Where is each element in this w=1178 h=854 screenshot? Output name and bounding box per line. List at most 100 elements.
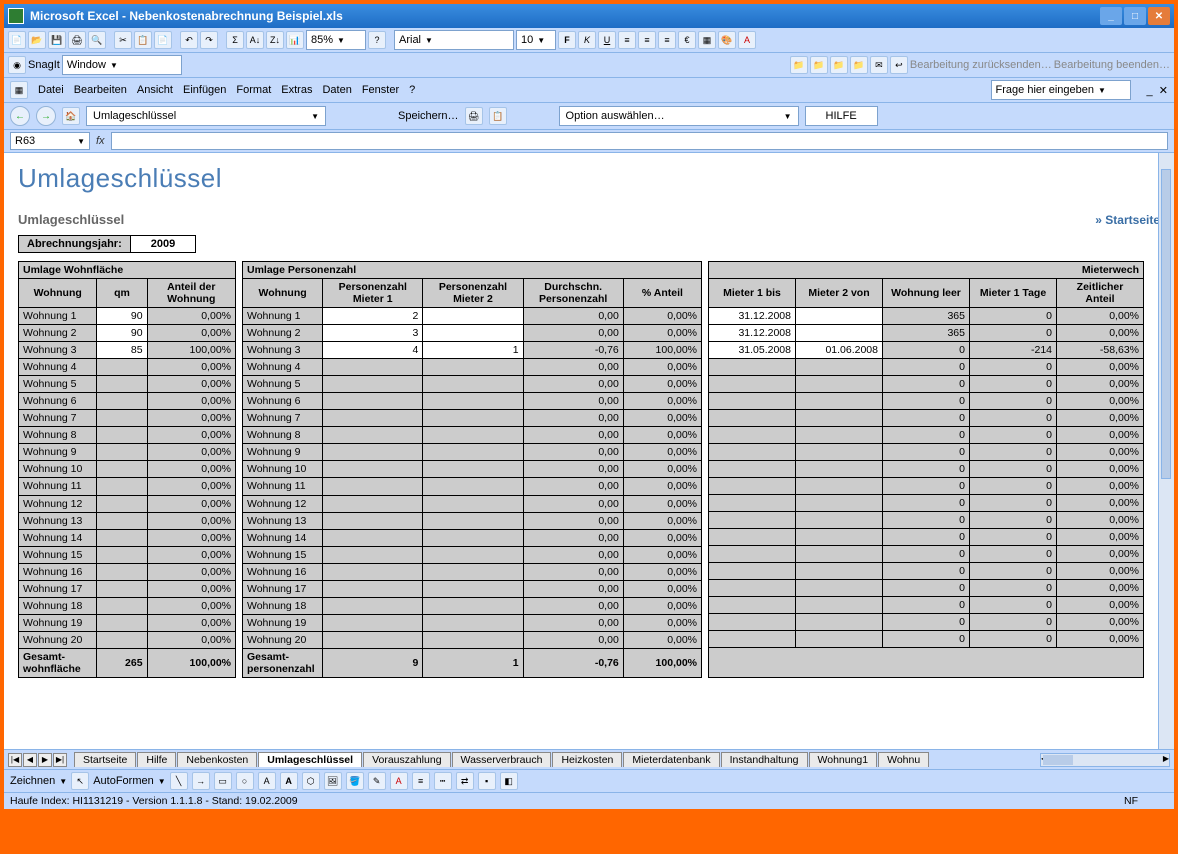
- font-combo[interactable]: Arial▼: [394, 30, 514, 50]
- sheet-tab[interactable]: Hilfe: [137, 752, 176, 767]
- tab-first-icon[interactable]: |◀: [8, 753, 22, 767]
- align-right-icon[interactable]: ≡: [658, 31, 676, 49]
- table-row[interactable]: Wohnung 6 0,00%: [19, 393, 236, 410]
- menu-einfuegen[interactable]: Einfügen: [183, 84, 226, 96]
- table-row[interactable]: Wohnung 2 90 0,00%: [19, 325, 236, 342]
- sheet-tab[interactable]: Umlageschlüssel: [258, 752, 362, 767]
- table-row[interactable]: Wohnung 5 0,00%: [19, 376, 236, 393]
- menu-bearbeiten[interactable]: Bearbeiten: [74, 84, 127, 96]
- table-row[interactable]: Wohnung 7 0,00%: [19, 410, 236, 427]
- cut-icon[interactable]: ✂: [114, 31, 132, 49]
- table-row[interactable]: Wohnung 10 0,00%: [19, 461, 236, 478]
- table-row[interactable]: Wohnung 15 0,00 0,00%: [243, 546, 702, 563]
- tab-next-icon[interactable]: ▶: [38, 753, 52, 767]
- close-button[interactable]: ✕: [1148, 7, 1170, 25]
- table-row[interactable]: 0 0 0,00%: [709, 444, 1144, 461]
- table-row[interactable]: Wohnung 15 0,00%: [19, 546, 236, 563]
- oval-icon[interactable]: ○: [236, 772, 254, 790]
- table-row[interactable]: Wohnung 12 0,00 0,00%: [243, 495, 702, 512]
- table-row[interactable]: 0 0 0,00%: [709, 546, 1144, 563]
- maximize-button[interactable]: □: [1124, 7, 1146, 25]
- table-row[interactable]: Wohnung 8 0,00%: [19, 427, 236, 444]
- home-icon[interactable]: 🏠: [62, 107, 80, 125]
- fontcolor-icon[interactable]: A: [738, 31, 756, 49]
- table-row[interactable]: Wohnung 12 0,00%: [19, 495, 236, 512]
- sheet-tab[interactable]: Wasserverbrauch: [452, 752, 552, 767]
- table-row[interactable]: 0 0 0,00%: [709, 376, 1144, 393]
- bearbeitung-beenden-button[interactable]: Bearbeitung beenden…: [1054, 59, 1170, 71]
- snagit-window-combo[interactable]: Window▼: [62, 55, 182, 75]
- italic-icon[interactable]: K: [578, 31, 596, 49]
- bold-icon[interactable]: F: [558, 31, 576, 49]
- table-row[interactable]: 0 0 0,00%: [709, 529, 1144, 546]
- underline-icon[interactable]: U: [598, 31, 616, 49]
- menu-daten[interactable]: Daten: [322, 84, 351, 96]
- table-row[interactable]: Wohnung 18 0,00%: [19, 597, 236, 614]
- table-row[interactable]: 0 0 0,00%: [709, 478, 1144, 495]
- fillcolor-icon[interactable]: 🎨: [718, 31, 736, 49]
- table-row[interactable]: 0 0 0,00%: [709, 410, 1144, 427]
- sheet-tab[interactable]: Wohnu: [878, 752, 929, 767]
- align-left-icon[interactable]: ≡: [618, 31, 636, 49]
- name-box[interactable]: R63▼: [10, 132, 90, 150]
- shadow-icon[interactable]: ▪: [478, 772, 496, 790]
- sort-desc-icon[interactable]: Z↓: [266, 31, 284, 49]
- tab-prev-icon[interactable]: ◀: [23, 753, 37, 767]
- table-row[interactable]: Wohnung 17 0,00 0,00%: [243, 580, 702, 597]
- currency-icon[interactable]: €: [678, 31, 696, 49]
- fillcolor2-icon[interactable]: 🪣: [346, 772, 364, 790]
- table-row[interactable]: Wohnung 16 0,00%: [19, 563, 236, 580]
- hilfe-button[interactable]: HILFE: [805, 106, 878, 126]
- wordart-icon[interactable]: 𝐀: [280, 772, 298, 790]
- table-row[interactable]: 0 0 0,00%: [709, 631, 1144, 648]
- table-row[interactable]: Wohnung 13 0,00 0,00%: [243, 512, 702, 529]
- table-row[interactable]: 0 0 0,00%: [709, 512, 1144, 529]
- menu-hilfe[interactable]: ?: [409, 84, 415, 96]
- help-icon[interactable]: ?: [368, 31, 386, 49]
- table-row[interactable]: 31.12.2008 365 0 0,00%: [709, 325, 1144, 342]
- table-row[interactable]: 31.12.2008 365 0 0,00%: [709, 308, 1144, 325]
- open-icon[interactable]: 📂: [28, 31, 46, 49]
- fontsize-combo[interactable]: 10▼: [516, 30, 556, 50]
- sort-asc-icon[interactable]: A↓: [246, 31, 264, 49]
- table-row[interactable]: 0 0 0,00%: [709, 597, 1144, 614]
- table-row[interactable]: Wohnung 11 0,00 0,00%: [243, 478, 702, 495]
- menu-fenster[interactable]: Fenster: [362, 84, 399, 96]
- vertical-scrollbar[interactable]: [1158, 153, 1174, 749]
- 3d-icon[interactable]: ◧: [500, 772, 518, 790]
- table-row[interactable]: Wohnung 17 0,00%: [19, 580, 236, 597]
- table-row[interactable]: Wohnung 16 0,00 0,00%: [243, 563, 702, 580]
- rect-icon[interactable]: ▭: [214, 772, 232, 790]
- arrowstyle-icon[interactable]: ⇄: [456, 772, 474, 790]
- year-value[interactable]: 2009: [131, 236, 195, 252]
- table-row[interactable]: 0 0 0,00%: [709, 495, 1144, 512]
- excel-menu-icon[interactable]: ▦: [10, 81, 28, 99]
- fx-icon[interactable]: fx: [96, 135, 105, 147]
- table-row[interactable]: Wohnung 14 0,00%: [19, 529, 236, 546]
- table-row[interactable]: Wohnung 10 0,00 0,00%: [243, 461, 702, 478]
- table-row[interactable]: 31.05.2008 01.06.2008 0 -214 -58,63%: [709, 342, 1144, 359]
- save-icon[interactable]: 💾: [48, 31, 66, 49]
- reply-icon[interactable]: ↩: [890, 56, 908, 74]
- copy2-icon[interactable]: 📋: [489, 107, 507, 125]
- table-row[interactable]: Wohnung 4 0,00 0,00%: [243, 359, 702, 376]
- table-row[interactable]: Wohnung 3 85 100,00%: [19, 342, 236, 359]
- print2-icon[interactable]: 🖨: [465, 107, 483, 125]
- table-row[interactable]: Wohnung 13 0,00%: [19, 512, 236, 529]
- align-center-icon[interactable]: ≡: [638, 31, 656, 49]
- sheet-tab[interactable]: Heizkosten: [552, 752, 622, 767]
- table-row[interactable]: Wohnung 3 4 1 -0,76 100,00%: [243, 342, 702, 359]
- folder2-icon[interactable]: 📁: [810, 56, 828, 74]
- lineweight-icon[interactable]: ≡: [412, 772, 430, 790]
- sheet-tab[interactable]: Instandhaltung: [721, 752, 808, 767]
- forward-icon[interactable]: →: [36, 106, 56, 126]
- paste-icon[interactable]: 📄: [154, 31, 172, 49]
- horizontal-scrollbar[interactable]: ◀▶: [1040, 753, 1170, 767]
- sheet-tab[interactable]: Startseite: [74, 752, 136, 767]
- diagram-icon[interactable]: ⬡: [302, 772, 320, 790]
- minimize-button[interactable]: _: [1100, 7, 1122, 25]
- ask-question-input[interactable]: Frage hier eingeben▼: [991, 80, 1131, 100]
- table-row[interactable]: Wohnung 18 0,00 0,00%: [243, 597, 702, 614]
- zoom-combo[interactable]: 85%▼: [306, 30, 366, 50]
- table-row[interactable]: Wohnung 9 0,00 0,00%: [243, 444, 702, 461]
